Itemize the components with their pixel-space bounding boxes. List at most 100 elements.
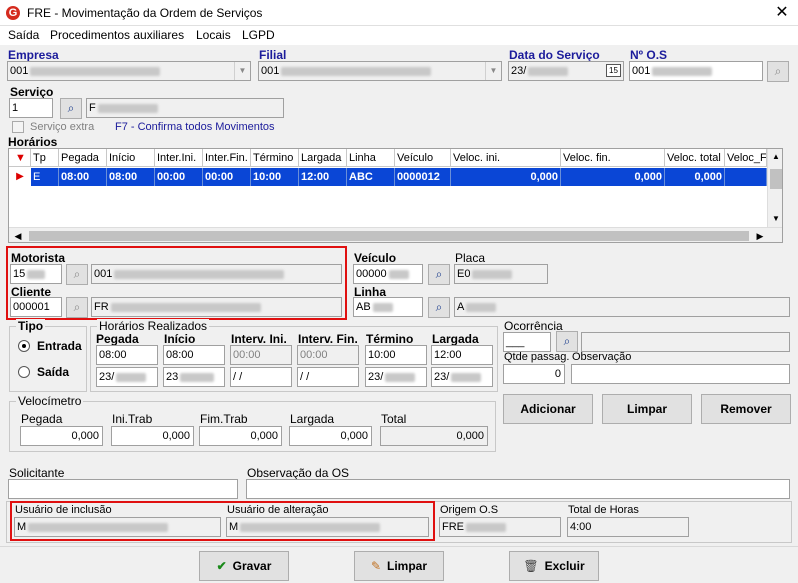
cell[interactable]: 00:00 <box>203 168 251 186</box>
pegada-time-field[interactable]: 08:00 <box>96 345 158 365</box>
solicitante-field[interactable] <box>8 479 238 499</box>
servico-extra-checkbox[interactable] <box>12 121 24 133</box>
placa-label: Placa <box>455 251 486 265</box>
sort-arrow-icon[interactable]: ▼ <box>9 149 31 167</box>
scroll-thumb[interactable] <box>770 169 782 189</box>
vel-pegada-field[interactable]: 0,000 <box>20 426 103 446</box>
gravar-button[interactable]: ✔ Gravar <box>199 551 289 581</box>
cell[interactable]: 08:00 <box>59 168 107 186</box>
menu-lgpd[interactable]: LGPD <box>242 28 275 42</box>
date-value: 23/ <box>368 371 384 383</box>
vel-initrab-field[interactable]: 0,000 <box>111 426 194 446</box>
realizado-col-label: Pegada <box>96 332 139 346</box>
observacao-field[interactable] <box>571 364 790 384</box>
menu-bar: Saída Procedimentos auxiliares Locais LG… <box>0 26 798 45</box>
inicio-date-field[interactable]: 23 <box>163 367 225 387</box>
total-horas-label: Total de Horas <box>568 504 639 516</box>
search-binoculars-icon[interactable]: ⌕ <box>428 297 450 318</box>
filial-combo[interactable]: 001 ▼ <box>258 61 502 81</box>
cell[interactable]: 00:00 <box>155 168 203 186</box>
cell[interactable]: 08:00 <box>107 168 155 186</box>
data-servico-value: 23/ <box>511 65 527 77</box>
filial-value: 001 <box>261 65 280 77</box>
scroll-up-icon[interactable]: ▲ <box>768 149 782 165</box>
col-header[interactable]: Linha <box>347 149 395 167</box>
menu-saida[interactable]: Saída <box>8 28 39 42</box>
cell[interactable]: 0,000 <box>451 168 561 186</box>
ocorrencia-field[interactable]: ___ <box>503 332 551 352</box>
col-header[interactable]: Pegada <box>59 149 107 167</box>
col-header[interactable]: Largada <box>299 149 347 167</box>
col-header[interactable]: Veloc. total <box>665 149 725 167</box>
cell[interactable] <box>725 168 767 186</box>
largada-date-field[interactable]: 23/ <box>431 367 493 387</box>
scroll-thumb[interactable] <box>29 231 749 241</box>
entrada-label[interactable]: Entrada <box>37 339 82 353</box>
vel-total-label: Total <box>381 412 407 426</box>
scroll-right-icon[interactable]: ▶ <box>753 228 767 242</box>
interv-ini-date-field[interactable]: / / <box>230 367 292 387</box>
linha-code-field[interactable]: AB <box>353 297 423 317</box>
limpar-button[interactable]: ✎ Limpar <box>354 551 444 581</box>
servico-desc-field: F <box>86 98 284 118</box>
col-header[interactable]: Veloc. fin. <box>561 149 665 167</box>
largada-time-field[interactable]: 12:00 <box>431 345 493 365</box>
empresa-combo[interactable]: 001 ▼ <box>7 61 251 81</box>
pegada-date-field[interactable]: 23/ <box>96 367 158 387</box>
servico-code-field[interactable]: 1 <box>9 98 53 118</box>
nos-field[interactable]: 001 <box>629 61 763 81</box>
termino-date-field[interactable]: 23/ <box>365 367 427 387</box>
cell[interactable]: 0000012 <box>395 168 451 186</box>
col-header[interactable]: Veloc. ini. <box>451 149 561 167</box>
cell[interactable]: 10:00 <box>251 168 299 186</box>
col-header[interactable]: Tp <box>31 149 59 167</box>
horizontal-scrollbar[interactable]: ◀ ▶ <box>9 227 782 242</box>
excluir-button[interactable]: 🗑 Excluir <box>509 551 599 581</box>
data-servico-field[interactable]: 23/15 <box>508 61 624 81</box>
ocorrencia-label: Ocorrência <box>504 319 563 333</box>
vel-largada-field[interactable]: 0,000 <box>289 426 372 446</box>
close-icon[interactable]: ✕ <box>766 0 798 26</box>
menu-locais[interactable]: Locais <box>196 28 231 42</box>
search-binoculars-icon[interactable]: ⌕ <box>556 331 578 352</box>
vertical-scrollbar[interactable]: ▲ ▼ <box>767 149 782 227</box>
termino-time-field[interactable]: 10:00 <box>365 345 427 365</box>
col-header[interactable]: Término <box>251 149 299 167</box>
qtde-passag-field[interactable]: 0 <box>503 364 565 384</box>
window-title: FRE - Movimentação da Ordem de Serviços <box>27 6 263 20</box>
vel-fimtrab-field[interactable]: 0,000 <box>199 426 282 446</box>
cell[interactable]: 12:00 <box>299 168 347 186</box>
col-header[interactable]: Inter.Ini. <box>155 149 203 167</box>
tipo-label: Tipo <box>16 319 46 333</box>
cell[interactable]: 0,000 <box>665 168 725 186</box>
remover-button[interactable]: Remover <box>701 394 791 424</box>
cell[interactable]: ABC <box>347 168 395 186</box>
vel-initrab-label: Ini.Trab <box>112 412 153 426</box>
chevron-down-icon[interactable]: ▼ <box>485 62 501 80</box>
inicio-time-field[interactable]: 08:00 <box>163 345 225 365</box>
cell[interactable]: 0,000 <box>561 168 665 186</box>
scroll-left-icon[interactable]: ◀ <box>11 228 25 242</box>
limpar-item-button[interactable]: Limpar <box>602 394 692 424</box>
saida-radio[interactable] <box>18 366 30 378</box>
cell[interactable]: E <box>31 168 59 186</box>
veiculo-code-field[interactable]: 00000 <box>353 264 423 284</box>
search-binoculars-icon[interactable]: ⌕ <box>428 264 450 285</box>
col-header[interactable]: Início <box>107 149 155 167</box>
col-header[interactable]: Veículo <box>395 149 451 167</box>
calendar-icon[interactable]: 15 <box>606 64 621 77</box>
horarios-grid[interactable]: ▼ Tp Pegada Início Inter.Ini. Inter.Fin.… <box>8 148 783 243</box>
f7-hint: F7 - Confirma todos Movimentos <box>115 121 275 133</box>
search-binoculars-icon[interactable]: ⌕ <box>767 61 789 82</box>
interv-fin-date-field[interactable]: / / <box>297 367 359 387</box>
col-header[interactable]: Veloc_Fi <box>725 149 767 167</box>
adicionar-button[interactable]: Adicionar <box>503 394 593 424</box>
chevron-down-icon[interactable]: ▼ <box>234 62 250 80</box>
col-header[interactable]: Inter.Fin. <box>203 149 251 167</box>
menu-procedimentos[interactable]: Procedimentos auxiliares <box>50 28 184 42</box>
obs-os-field[interactable] <box>246 479 790 499</box>
scroll-down-icon[interactable]: ▼ <box>768 211 782 227</box>
saida-label[interactable]: Saída <box>37 365 69 379</box>
entrada-radio[interactable] <box>18 340 30 352</box>
search-binoculars-icon[interactable]: ⌕ <box>60 98 82 119</box>
